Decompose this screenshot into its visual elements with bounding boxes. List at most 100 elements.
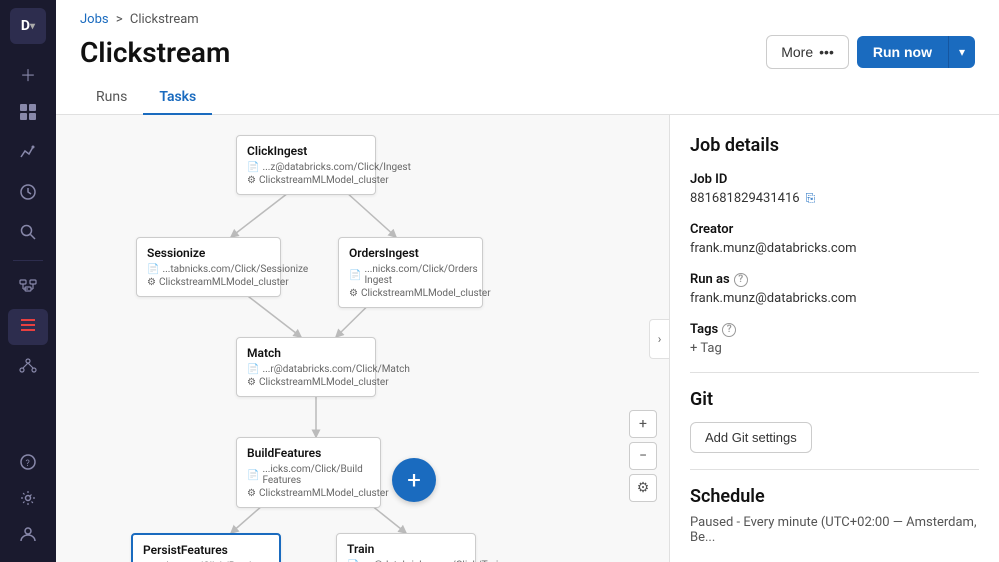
cluster-icon: ⚙ [247,488,256,499]
creator-value: frank.munz@databricks.com [690,241,979,256]
add-git-settings-button[interactable]: Add Git settings [690,422,812,453]
task-node-orders-ingest[interactable]: OrdersIngest 📄 ...nicks.com/Click/Orders… [338,237,483,308]
task-node-build-features[interactable]: BuildFeatures 📄 ...icks.com/Click/Build … [236,437,381,508]
graph-area: ClickIngest 📄 ...z@databricks.com/Click/… [56,115,669,562]
run-now-dropdown-button[interactable]: ▾ [948,36,975,68]
task-node-title: Match [247,346,365,360]
svg-text:?: ? [26,459,30,469]
sidebar-divider [13,260,43,261]
run-now-group: Run now ▾ [857,36,975,68]
run-as-value: frank.munz@databricks.com [690,291,979,306]
file-icon: 📄 [147,264,159,275]
job-id-field: Job ID 881681829431416 ⎘ [690,172,979,206]
breadcrumb-separator: > [116,12,123,27]
page-title: Clickstream [80,36,230,69]
schedule-title: Schedule [690,486,979,507]
sidebar: D ▾ ＋ [0,0,56,562]
creator-field: Creator frank.munz@databricks.com [690,222,979,256]
section-divider-1 [690,372,979,373]
run-as-help-icon[interactable]: ? [734,273,748,287]
cluster-icon: ⚙ [349,288,358,299]
grid-icon [19,103,37,125]
tags-field: Tags ? + Tag [690,322,979,356]
sidebar-item-jobs[interactable] [8,309,48,345]
more-button[interactable]: More ••• [766,35,849,69]
graph-container: ClickIngest 📄 ...z@databricks.com/Click/… [56,115,669,562]
sidebar-item-help[interactable]: ? [8,446,48,482]
sidebar-item-grid[interactable] [8,96,48,132]
job-id-label: Job ID [690,172,979,187]
file-icon: 📄 [349,270,361,281]
main-content: Jobs > Clickstream Clickstream More ••• … [56,0,999,562]
sidebar-item-add[interactable]: ＋ [8,56,48,92]
workflow-icon [19,276,37,298]
tags-label: Tags ? [690,322,979,337]
content-area: ClickIngest 📄 ...z@databricks.com/Click/… [56,115,999,562]
task-node-title: Train [347,542,465,556]
task-node-detail2: ⚙ ClickstreamMLModel_cluster [247,377,365,388]
expand-panel-button[interactable]: › [649,319,669,359]
sidebar-item-user[interactable] [8,518,48,554]
task-node-title: OrdersIngest [349,246,472,260]
settings-icon [19,489,37,511]
task-node-detail2: ⚙ ClickstreamMLModel_cluster [247,175,365,186]
zoom-in-icon: + [639,416,647,432]
task-node-detail1: 📄 ...tabnicks.com/Click/Sessionize [147,264,270,275]
copy-id-button[interactable]: ⎘ [806,191,816,206]
sidebar-logo[interactable]: D ▾ [10,8,46,44]
file-icon: 📄 [247,364,259,375]
sidebar-item-analytics[interactable] [8,136,48,172]
add-task-button[interactable]: + [392,458,436,502]
add-icon: ＋ [20,62,36,86]
task-node-title: Sessionize [147,246,270,260]
task-node-detail2: ⚙ ClickstreamMLModel_cluster [349,288,472,299]
section-divider-2 [690,469,979,470]
header-actions: More ••• Run now ▾ [766,35,975,69]
zoom-out-icon: − [639,448,647,464]
help-icon: ? [19,453,37,475]
job-details-title: Job details [690,135,979,156]
history-icon [19,183,37,205]
task-node-sessionize[interactable]: Sessionize 📄 ...tabnicks.com/Click/Sessi… [136,237,281,297]
graph-controls: + − ⚙ [629,410,657,502]
task-node-persist-features[interactable]: PersistFeatures 📄 ...ks.com/Click/Persis… [131,533,281,562]
run-as-label: Run as ? [690,272,979,287]
file-icon: 📄 [247,470,259,481]
tab-runs[interactable]: Runs [80,81,143,115]
sidebar-item-workflow[interactable] [8,269,48,305]
cluster-icon: ⚙ [247,377,256,388]
task-node-title: ClickIngest [247,144,365,158]
cluster-icon: ⚙ [247,175,256,186]
breadcrumb-current: Clickstream [130,12,199,27]
chevron-down-icon: ▾ [959,45,965,59]
task-node-title: PersistFeatures [143,543,269,557]
run-now-button[interactable]: Run now [857,36,948,68]
task-node-detail2: ⚙ ClickstreamMLModel_cluster [147,277,270,288]
breadcrumb: Jobs > Clickstream [80,12,975,27]
sidebar-item-history[interactable] [8,176,48,212]
sidebar-item-search[interactable] [8,216,48,252]
run-as-field: Run as ? frank.munz@databricks.com [690,272,979,306]
title-row: Clickstream More ••• Run now ▾ [80,35,975,69]
tab-tasks[interactable]: Tasks [143,81,212,115]
graph-settings-button[interactable]: ⚙ [629,474,657,502]
task-node-title: BuildFeatures [247,446,370,460]
breadcrumb-jobs-link[interactable]: Jobs [80,12,109,27]
schedule-value: Paused - Every minute (UTC+02:00 — Amste… [690,515,979,545]
more-dots-icon: ••• [819,44,834,60]
search-icon [19,223,37,245]
task-node-match[interactable]: Match 📄 ...r@databricks.com/Click/Match … [236,337,376,397]
add-tag-button[interactable]: + Tag [690,341,979,356]
tags-help-icon[interactable]: ? [722,323,736,337]
graph-settings-icon: ⚙ [637,480,650,496]
creator-label: Creator [690,222,979,237]
sidebar-item-ml[interactable] [8,349,48,385]
task-node-click-ingest[interactable]: ClickIngest 📄 ...z@databricks.com/Click/… [236,135,376,195]
zoom-out-button[interactable]: − [629,442,657,470]
task-node-detail1: 📄 ...r@databricks.com/Click/Match [247,364,365,375]
task-node-detail1: 📄 ...icks.com/Click/Build Features [247,464,370,486]
zoom-in-button[interactable]: + [629,410,657,438]
job-id-value: 881681829431416 ⎘ [690,191,979,206]
task-node-train[interactable]: Train 📄 ...r@databricks.com/Click/Train … [336,533,476,562]
sidebar-item-settings[interactable] [8,482,48,518]
